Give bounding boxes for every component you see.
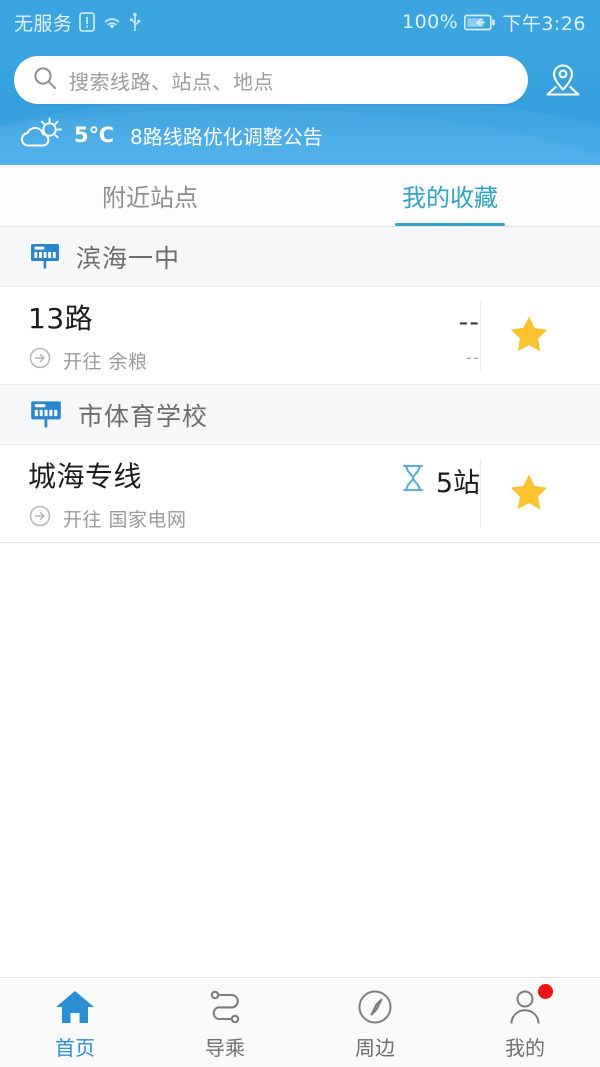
station-name: 滨海一中 (76, 243, 181, 273)
sun-behind-cloud-icon (18, 114, 64, 156)
clock-label: 下午3:26 (502, 12, 586, 35)
route-status-top: 5站 (399, 461, 480, 500)
home-icon (53, 985, 97, 1027)
battery-percent-label: 100% (402, 11, 459, 33)
route-status-top: -- (459, 307, 481, 338)
bus-stop-sign-icon (28, 395, 64, 435)
route-direction-text: 开往 国家电网 (63, 508, 187, 531)
station-name: 市体育学校 (78, 401, 209, 431)
route-status: -- -- (368, 307, 481, 368)
nav-item-guide-label: 导乘 (205, 1035, 245, 1060)
favorites-list: 滨海一中 13路 开往 余粮 -- -- 市体育学校 城海专线 开往 国家电网 … (0, 227, 600, 977)
star-filled-icon (506, 311, 552, 361)
weather-notice-row[interactable]: 5℃ 8路线路优化调整公告 (14, 114, 586, 156)
tab-nearby-stations[interactable]: 附近站点 (0, 165, 300, 226)
nav-item-nearby[interactable]: 周边 (300, 978, 450, 1067)
app-root: 无服务 100% 下午3:26 搜索线路、站点、地点 5℃ 8路线路优化调整公告… (0, 0, 600, 1067)
route-info: 城海专线 开往 国家电网 (28, 455, 368, 532)
search-icon (32, 65, 58, 95)
route-name: 13路 (28, 302, 94, 335)
route-status: 5站 (368, 461, 480, 527)
nav-item-home-label: 首页 (55, 1035, 95, 1060)
battery-charging-icon (464, 14, 496, 31)
route-direction: 开往 国家电网 (28, 504, 368, 532)
route-row[interactable]: 13路 开往 余粮 -- -- (0, 287, 600, 384)
tab-my-favorites-label: 我的收藏 (402, 184, 498, 212)
favorite-star-button[interactable] (480, 459, 576, 528)
nav-item-home[interactable]: 首页 (0, 978, 150, 1067)
app-header: 搜索线路、站点、地点 5℃ 8路线路优化调整公告 (0, 44, 600, 165)
route-path-icon (203, 985, 247, 1027)
weather-temperature: 5℃ (74, 123, 115, 147)
status-bar-left: 无服务 (14, 9, 141, 36)
nav-item-nearby-label: 周边 (355, 1035, 395, 1060)
route-name: 城海专线 (28, 460, 143, 493)
favorite-star-button[interactable] (480, 301, 576, 370)
nav-item-mine[interactable]: 我的 (450, 978, 600, 1067)
route-info: 13路 开往 余粮 (28, 297, 368, 374)
status-bar: 无服务 100% 下午3:26 (0, 0, 600, 44)
sim-warning-icon (78, 12, 95, 32)
search-placeholder: 搜索线路、站点、地点 (69, 69, 274, 94)
notice-text: 8路线路优化调整公告 (130, 124, 323, 149)
route-direction-text: 开往 余粮 (63, 350, 148, 373)
nav-item-mine-label: 我的 (505, 1035, 545, 1060)
usb-icon (129, 12, 141, 32)
station-header[interactable]: 市体育学校 (0, 385, 600, 445)
search-row: 搜索线路、站点、地点 (14, 44, 586, 104)
tab-bar: 附近站点 我的收藏 (0, 165, 600, 227)
compass-icon (353, 985, 397, 1027)
list-divider (0, 542, 600, 543)
route-status-main: -- (458, 306, 480, 338)
map-location-pin-icon[interactable] (540, 57, 586, 103)
station-header[interactable]: 滨海一中 (0, 227, 600, 287)
arrow-right-circle-icon (28, 504, 52, 532)
hourglass-icon (399, 463, 427, 497)
star-filled-icon (506, 469, 552, 519)
user-person-icon (503, 983, 553, 1027)
route-row[interactable]: 城海专线 开往 国家电网 5站 (0, 445, 600, 542)
arrow-right-circle-icon (28, 346, 52, 374)
route-direction: 开往 余粮 (28, 346, 368, 374)
route-status-sub: -- (465, 347, 480, 368)
tab-underline (95, 223, 205, 226)
search-input[interactable]: 搜索线路、站点、地点 (14, 56, 528, 104)
nav-item-guide[interactable]: 导乘 (150, 978, 300, 1067)
notification-badge (538, 983, 553, 999)
tab-my-favorites[interactable]: 我的收藏 (300, 165, 600, 226)
tab-underline-active (395, 223, 505, 226)
bottom-nav-bar: 首页 导乘 周边 我的 (0, 977, 600, 1067)
wifi-icon (101, 14, 123, 31)
carrier-label: 无服务 (14, 12, 73, 35)
tab-nearby-stations-label: 附近站点 (102, 184, 198, 212)
bus-stop-sign-icon (28, 238, 62, 276)
route-status-main: 5站 (435, 467, 480, 499)
status-bar-right: 100% 下午3:26 (402, 9, 586, 36)
